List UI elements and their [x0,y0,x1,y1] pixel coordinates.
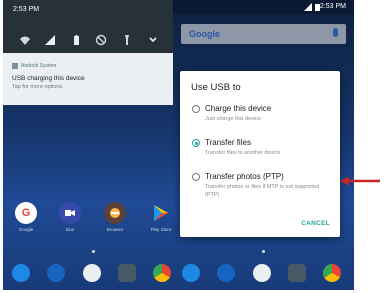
dock [173,262,354,290]
home-app-row: G Google Duo Browser Play Store [3,202,184,244]
radio-button[interactable] [192,105,200,113]
play-store-icon [150,202,172,224]
option-label: Transfer photos (PTP) [205,172,284,181]
app-drawer-icon[interactable] [253,264,271,282]
notification-app-name: Android System [21,63,57,69]
phone-icon[interactable] [12,264,30,282]
status-clock: 2:53 PM [319,3,346,10]
usb-options-dialog: Use USB to Charge this device Just charg… [180,71,340,237]
option-label: Charge this device [205,104,272,113]
camera-icon[interactable] [118,264,136,282]
browser-icon [104,202,126,224]
app-google[interactable]: G Google [11,202,41,232]
dialog-title: Use USB to [191,82,241,93]
signal-icon[interactable] [44,34,56,46]
option-description: Transfer photos or files if MTP is not s… [205,184,320,198]
notification-shade: 2:53 PM [3,0,184,53]
notification-app-row: Android System [12,63,56,69]
pointer-arrow-icon [340,176,380,186]
app-duo[interactable]: Duo [55,202,85,232]
mic-icon[interactable] [333,28,338,37]
page-indicator-dot [92,250,95,253]
status-clock: 2:53 PM [13,6,40,13]
messages-icon[interactable] [217,264,235,282]
wifi-icon[interactable] [19,34,31,46]
status-bar: 2:53 PM [173,0,354,14]
app-browser[interactable]: Browser [100,202,130,232]
app-label: Play Store [150,227,172,232]
quick-settings-row [3,34,184,46]
messages-icon[interactable] [47,264,65,282]
search-placeholder: Google [189,29,220,39]
duo-icon [59,202,81,224]
notification-title: USB charging this device [12,75,85,82]
option-description: Just charge this device [205,116,261,122]
chrome-icon[interactable] [323,264,341,282]
expand-chevron-icon[interactable] [147,34,159,46]
battery-icon[interactable] [70,34,82,46]
chrome-icon[interactable] [153,264,171,282]
app-label: Duo [65,227,75,232]
option-label: Transfer files [205,138,251,147]
google-icon: G [15,202,37,224]
app-drawer-icon[interactable] [83,264,101,282]
cancel-button[interactable]: CANCEL [301,220,330,227]
app-label: Browser [106,227,124,232]
google-search-bar[interactable]: Google [181,24,346,44]
right-phone-screen: 2:53 PM Google Use USB to Charge this de… [173,0,354,290]
usb-notification[interactable]: Android System USB charging this device … [3,53,184,105]
phone-icon[interactable] [182,264,200,282]
camera-icon[interactable] [288,264,306,282]
app-label: Google [18,227,34,232]
app-play-store[interactable]: Play Store [146,202,176,232]
page-indicator-dot [262,250,265,253]
option-description: Transfer files to another device [205,150,281,156]
dnd-icon[interactable] [95,34,107,46]
android-system-icon [12,63,18,69]
left-phone-screen: 2:53 PM Android System USB charging this… [3,0,184,290]
dock [3,262,184,290]
notification-subtitle: Tap for more options. [12,84,64,90]
signal-icon [304,3,312,11]
radio-button[interactable] [192,173,200,181]
flashlight-icon[interactable] [121,34,133,46]
radio-button-checked[interactable] [192,139,200,147]
